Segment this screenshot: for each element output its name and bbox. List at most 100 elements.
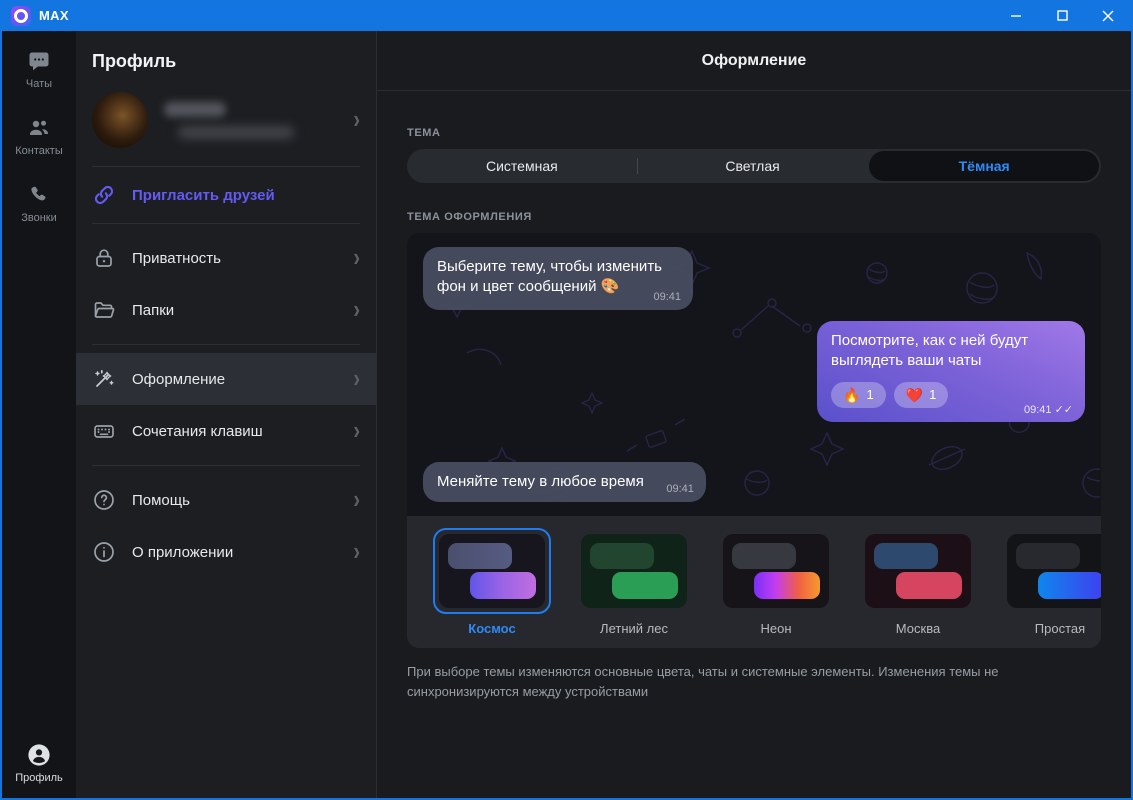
chevron-right-icon: › [353,295,360,325]
invite-friends-label: Пригласить друзей [132,186,275,204]
theme-name: Неон [760,621,792,636]
keyboard-icon [92,419,116,443]
chat-preview: Выберите тему, чтобы изменить фон и цвет… [407,233,1101,516]
thumb-outgoing-pill [896,572,962,599]
theme-footnote: При выборе темы изменяются основные цвет… [407,664,999,699]
chat-icon [27,49,51,73]
chevron-right-icon: › [353,364,360,394]
theme-name: Космос [468,621,516,636]
thumb-incoming-pill [1016,543,1080,569]
sidebar-item-help[interactable]: Помощь › [76,474,376,526]
message-time: 09:41 [653,290,681,303]
reaction-heart[interactable]: ❤️ 1 [893,381,949,409]
theme-option-moscow[interactable]: Москва [859,528,977,636]
message-text: Посмотрите, как с ней будут выглядеть ва… [831,332,1029,370]
reaction-count: 1 [929,387,937,403]
theme-option-dark[interactable]: Тёмная [869,151,1100,181]
message-time-ticks: 09:41 ✓✓ [1023,403,1073,416]
chevron-right-icon: › [353,105,360,135]
profile-card[interactable]: › [76,82,376,166]
sidebar-item-about[interactable]: О приложении › [76,526,376,578]
preview-message-outgoing: Посмотрите, как с ней будут выглядеть ва… [817,321,1085,423]
read-ticks-icon: ✓✓ [1054,403,1073,416]
fire-emoji-icon: 🔥 [843,386,861,403]
link-icon [92,183,116,207]
sidebar-item-label: Сочетания клавиш [132,422,263,440]
rail-item-chats[interactable]: Чаты [26,49,52,90]
profile-icon [27,743,51,767]
app-window: MAX Чаты Контакты Звонки Профиль Профиль… [0,0,1133,800]
theme-thumbnails-strip: Космос Летний лес Неон Москва Простая [407,516,1101,648]
thumb-incoming-pill [448,543,512,569]
chevron-right-icon: › [353,485,360,515]
window-title: MAX [39,8,69,23]
reaction-count: 1 [866,387,874,403]
chevron-right-icon: › [353,416,360,446]
theme-option-light[interactable]: Светлая [638,149,868,183]
chevron-right-icon: › [353,537,360,567]
thumb-outgoing-pill [612,572,678,599]
sidebar-title: Профиль [92,51,177,71]
maximize-button[interactable] [1039,0,1085,31]
theme-name: Простая [1034,621,1086,636]
max-logo-icon [11,5,31,26]
rail-item-contacts[interactable]: Контакты [15,116,63,157]
sidebar-item-shortcuts[interactable]: Сочетания клавиш › [76,405,376,457]
magic-wand-icon [92,367,116,391]
main-header: Оформление [377,31,1131,91]
main-panel: Оформление ТЕМА Системная Светлая Тёмная… [377,31,1131,798]
message-text: Меняйте тему в любое время [437,472,644,490]
info-icon [92,540,116,564]
sidebar-item-folders[interactable]: Папки › [76,284,376,336]
minimize-button[interactable] [993,0,1039,31]
appearance-theme-label: ТЕМА ОФОРМЛЕНИЯ [407,211,532,223]
rail-label: Звонки [21,212,57,224]
sidebar-item-label: Оформление [132,370,226,388]
close-button[interactable] [1085,0,1131,31]
heart-emoji-icon: ❤️ [905,386,924,403]
theme-preview-card: Выберите тему, чтобы изменить фон и цвет… [407,233,1101,648]
title-bar: MAX [2,0,1131,31]
help-icon [92,488,116,512]
sidebar-item-appearance[interactable]: Оформление › [76,353,376,405]
chevron-right-icon: › [353,243,360,273]
thumb-outgoing-pill [470,572,536,599]
profile-name-blurred [148,101,353,139]
thumb-incoming-pill [590,543,654,569]
page-title: Оформление [701,51,807,69]
theme-option-system[interactable]: Системная [407,149,637,183]
theme-segmented-control: Системная Светлая Тёмная [407,149,1101,183]
preview-message-incoming-2: Меняйте тему в любое время 09:41 [423,461,706,502]
theme-name: Летний лес [600,621,668,636]
contacts-icon [27,116,51,140]
sidebar-item-label: О приложении [132,543,234,561]
folder-icon [92,298,116,322]
rail-label: Чаты [25,78,53,90]
message-text: Выберите тему, чтобы изменить фон и цвет… [437,258,662,296]
thumb-incoming-pill [874,543,938,569]
rail-item-calls[interactable]: Звонки [21,183,57,224]
sidebar-item-privacy[interactable]: Приватность › [76,232,376,284]
sidebar-item-label: Приватность [132,249,221,267]
thumb-outgoing-pill [754,572,820,599]
nav-rail: Чаты Контакты Звонки Профиль [2,31,76,798]
settings-sidebar: Профиль › Пригласить друзей Приватность … [76,31,377,798]
reaction-fire[interactable]: 🔥 1 [831,381,886,409]
avatar [92,92,148,148]
sidebar-item-label: Помощь [132,491,190,509]
theme-option-summer-forest[interactable]: Летний лес [575,528,693,636]
sidebar-item-label: Папки [132,301,175,319]
thumb-outgoing-pill [1038,572,1101,599]
thumb-incoming-pill [732,543,796,569]
theme-option-simple[interactable]: Простая [1001,528,1101,636]
lock-icon [92,246,116,270]
theme-name: Москва [895,621,941,636]
rail-item-profile[interactable]: Профиль [15,743,63,784]
theme-option-cosmos[interactable]: Космос [433,528,551,636]
theme-option-neon[interactable]: Неон [717,528,835,636]
message-time: 09:41 [666,483,694,496]
rail-label: Профиль [15,772,63,784]
invite-friends-button[interactable]: Пригласить друзей [76,167,376,223]
theme-section-label: ТЕМА [407,127,441,139]
rail-label: Контакты [15,145,63,157]
